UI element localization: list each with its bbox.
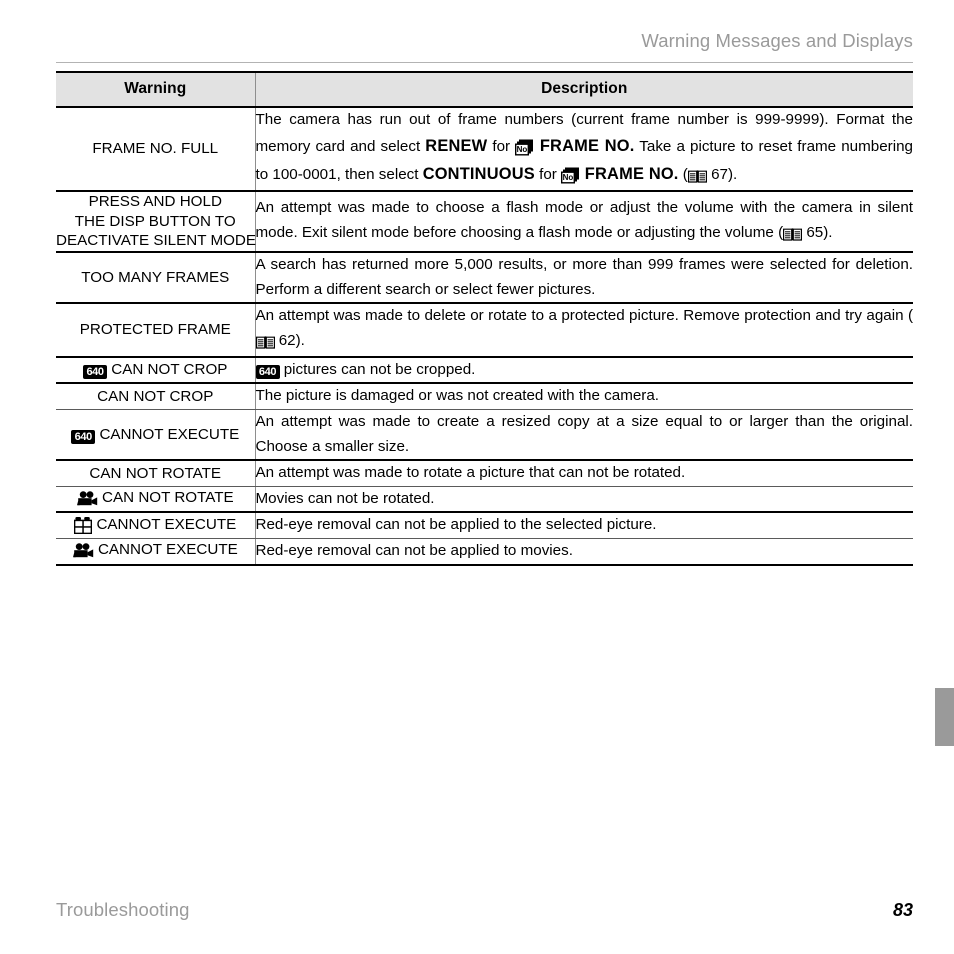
warning-label-line: CAN NOT CROP (97, 387, 214, 405)
warning-label-line: DEACTIVATE SILENT MODE (56, 232, 257, 250)
description-cell: An attempt was made to delete or rotate … (255, 303, 913, 358)
movie-camera-icon (72, 542, 94, 562)
table-row: CANNOT EXECUTE Red-eye removal can not be… (56, 512, 913, 540)
book-icon (783, 223, 803, 248)
page-footer: Troubleshooting 83 (56, 899, 913, 931)
warning-cell: 640 CAN NOT CROP (56, 356, 256, 385)
svg-text:No: No (563, 173, 574, 182)
warning-label-line: PROTECTED FRAME (79, 321, 231, 339)
warning-label: FRAME NO. FULL (56, 139, 255, 159)
warning-label: PROTECTED FRAME (56, 320, 255, 340)
emphasis-text: CONTINUOUS (422, 165, 535, 184)
description-cell: 640 pictures can not be cropped. (255, 356, 913, 385)
warning-label-line: 640 CANNOT EXECUTE (56, 425, 255, 445)
description-cell: An attempt was made to create a resized … (255, 409, 913, 462)
header-divider-rule (56, 62, 913, 63)
warning-label-line: FRAME NO. FULL (92, 140, 219, 158)
frame-no-icon: No (561, 165, 580, 190)
emphasis-text: FRAME NO. (580, 165, 679, 184)
warning-table-body: FRAME NO. FULL The camera has run out of … (56, 107, 913, 566)
warning-cell: FRAME NO. FULL (56, 107, 256, 192)
description-cell: An attempt was made to rotate a picture … (255, 460, 913, 487)
column-header-warning: Warning (56, 71, 256, 108)
warning-cell: CAN NOT ROTATE (56, 486, 256, 514)
warning-label: CANNOT EXECUTE (56, 540, 255, 562)
description-cell: An attempt was made to choose a flash mo… (255, 190, 913, 254)
warning-label-line: TOO MANY FRAMES (81, 268, 230, 286)
description-cell: A search has returned more 5,000 results… (255, 252, 913, 305)
size-640-icon: 640 (71, 429, 96, 444)
multi-frame-icon (74, 516, 93, 537)
warning-cell: 640 CANNOT EXECUTE (56, 409, 256, 462)
table-row: CANNOT EXECUTE Red-eye removal can not be… (56, 538, 913, 566)
warning-label: CANNOT EXECUTE (56, 515, 255, 537)
table-row: CAN NOT CROP The picture is damaged or wa… (56, 383, 913, 410)
table-row: CAN NOT ROTATE An attempt was made to rot… (56, 460, 913, 487)
footer-chapter-name: Troubleshooting (56, 899, 190, 920)
warning-label: 640 CANNOT EXECUTE (56, 425, 255, 445)
warning-cell: CANNOT EXECUTE (56, 538, 256, 566)
warning-cell: CANNOT EXECUTE (56, 512, 256, 540)
warning-messages-table: Warning Description FRAME NO. FULL The ca… (56, 71, 913, 566)
warning-label-line: CANNOT EXECUTE (56, 540, 255, 562)
warning-label: PRESS AND HOLD THE DISP BUTTON TO DEACTIVA… (56, 192, 257, 251)
description-cell: Red-eye removal can not be applied to th… (255, 512, 913, 540)
size-640-icon: 640 (83, 365, 108, 380)
warning-label-line: CANNOT EXECUTE (56, 515, 255, 537)
description-cell: The picture is damaged or was not create… (255, 383, 913, 410)
description-cell: The camera has run out of frame numbers … (255, 107, 913, 192)
table-row: 640 CAN NOT CROP 640 pictures can not be … (56, 356, 913, 385)
warning-cell: PROTECTED FRAME (56, 303, 256, 358)
table-row: PRESS AND HOLD THE DISP BUTTON TO DEACTIVA… (56, 190, 913, 254)
warning-label: CAN NOT ROTATE (56, 464, 255, 484)
warning-cell: CAN NOT CROP (56, 383, 256, 410)
running-header-title: Warning Messages and Displays (641, 30, 913, 51)
warning-label-line: CAN NOT ROTATE (89, 464, 222, 482)
book-icon (255, 331, 275, 356)
page-number: 83 (892, 900, 913, 920)
table-row: FRAME NO. FULL The camera has run out of … (56, 107, 913, 192)
warning-messages-table-wrap: Warning Description FRAME NO. FULL The ca… (56, 71, 913, 566)
warning-cell: CAN NOT ROTATE (56, 460, 256, 487)
warning-cell: TOO MANY FRAMES (56, 252, 256, 305)
chapter-tab-marker (935, 688, 954, 746)
svg-text:No: No (517, 145, 528, 154)
warning-label-line: THE DISP BUTTON TO (74, 212, 236, 230)
description-cell: Movies can not be rotated. (255, 486, 913, 514)
book-icon (687, 165, 707, 190)
warning-label: CAN NOT CROP (56, 387, 255, 407)
warning-label-line: CAN NOT ROTATE (56, 488, 255, 510)
description-cell: Red-eye removal can not be applied to mo… (255, 538, 913, 566)
warning-cell: PRESS AND HOLD THE DISP BUTTON TO DEACTIVA… (56, 190, 257, 254)
warning-label: CAN NOT ROTATE (56, 488, 255, 510)
warning-label: TOO MANY FRAMES (56, 268, 255, 288)
table-header-row: Warning Description (56, 71, 913, 108)
emphasis-text: RENEW (425, 136, 488, 155)
frame-no-icon: No (515, 137, 534, 162)
running-header: Warning Messages and Displays (56, 30, 913, 60)
movie-camera-icon (76, 490, 98, 510)
table-row: 640 CANNOT EXECUTE An attempt was made to… (56, 409, 913, 462)
warning-label-line: 640 CAN NOT CROP (56, 360, 255, 380)
table-row: CAN NOT ROTATE Movies can not be rotated. (56, 486, 913, 514)
size-640-icon: 640 (255, 364, 280, 379)
warning-label: 640 CAN NOT CROP (56, 360, 255, 380)
table-row: PROTECTED FRAME An attempt was made to de… (56, 303, 913, 358)
column-header-description: Description (255, 71, 913, 108)
emphasis-text: FRAME NO. (534, 136, 635, 155)
warning-label-line: PRESS AND HOLD (88, 192, 222, 210)
table-row: TOO MANY FRAMES A search has returned mor… (56, 252, 913, 305)
